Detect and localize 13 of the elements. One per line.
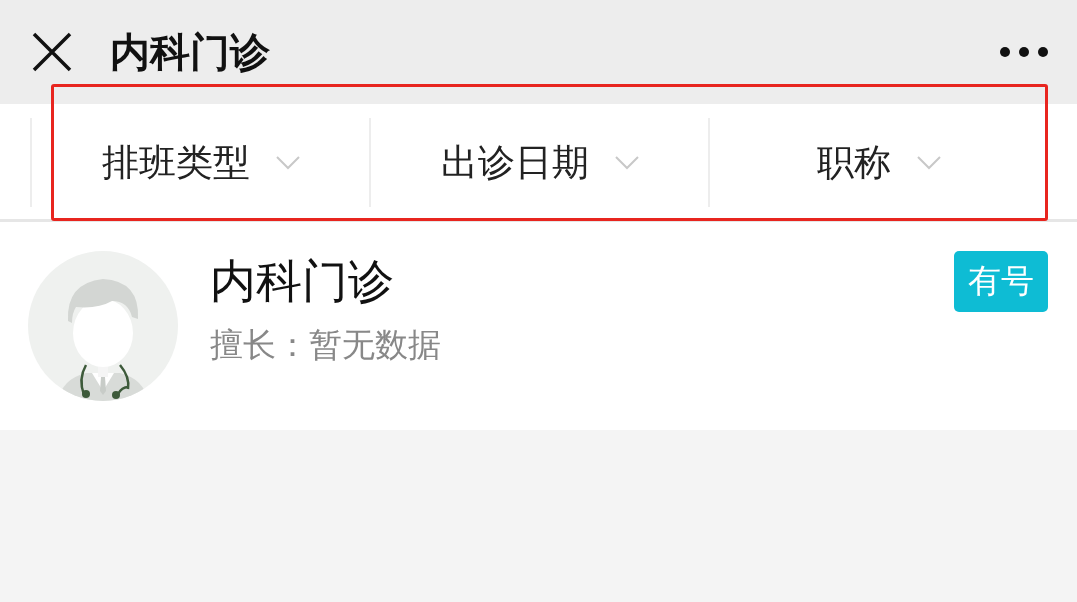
doctor-name: 内科门诊 [210, 253, 395, 309]
chevron-down-icon [275, 155, 300, 170]
chevron-down-icon [614, 155, 639, 170]
filter-dropdown[interactable]: 出诊日期 [440, 137, 639, 188]
close-icon[interactable] [30, 30, 74, 74]
specialty-text: 擅长：暂无数据 [210, 324, 442, 366]
window-title: 内科门诊 [110, 27, 271, 77]
more-icon[interactable] [999, 46, 1049, 58]
filter-dropdown[interactable]: 排班类型 [101, 137, 300, 188]
availability-badge: 有号 [954, 251, 1048, 312]
filter-dropdown[interactable]: 职称 [816, 137, 941, 188]
doctor-avatar-icon [28, 251, 178, 401]
chevron-down-icon [916, 155, 941, 170]
